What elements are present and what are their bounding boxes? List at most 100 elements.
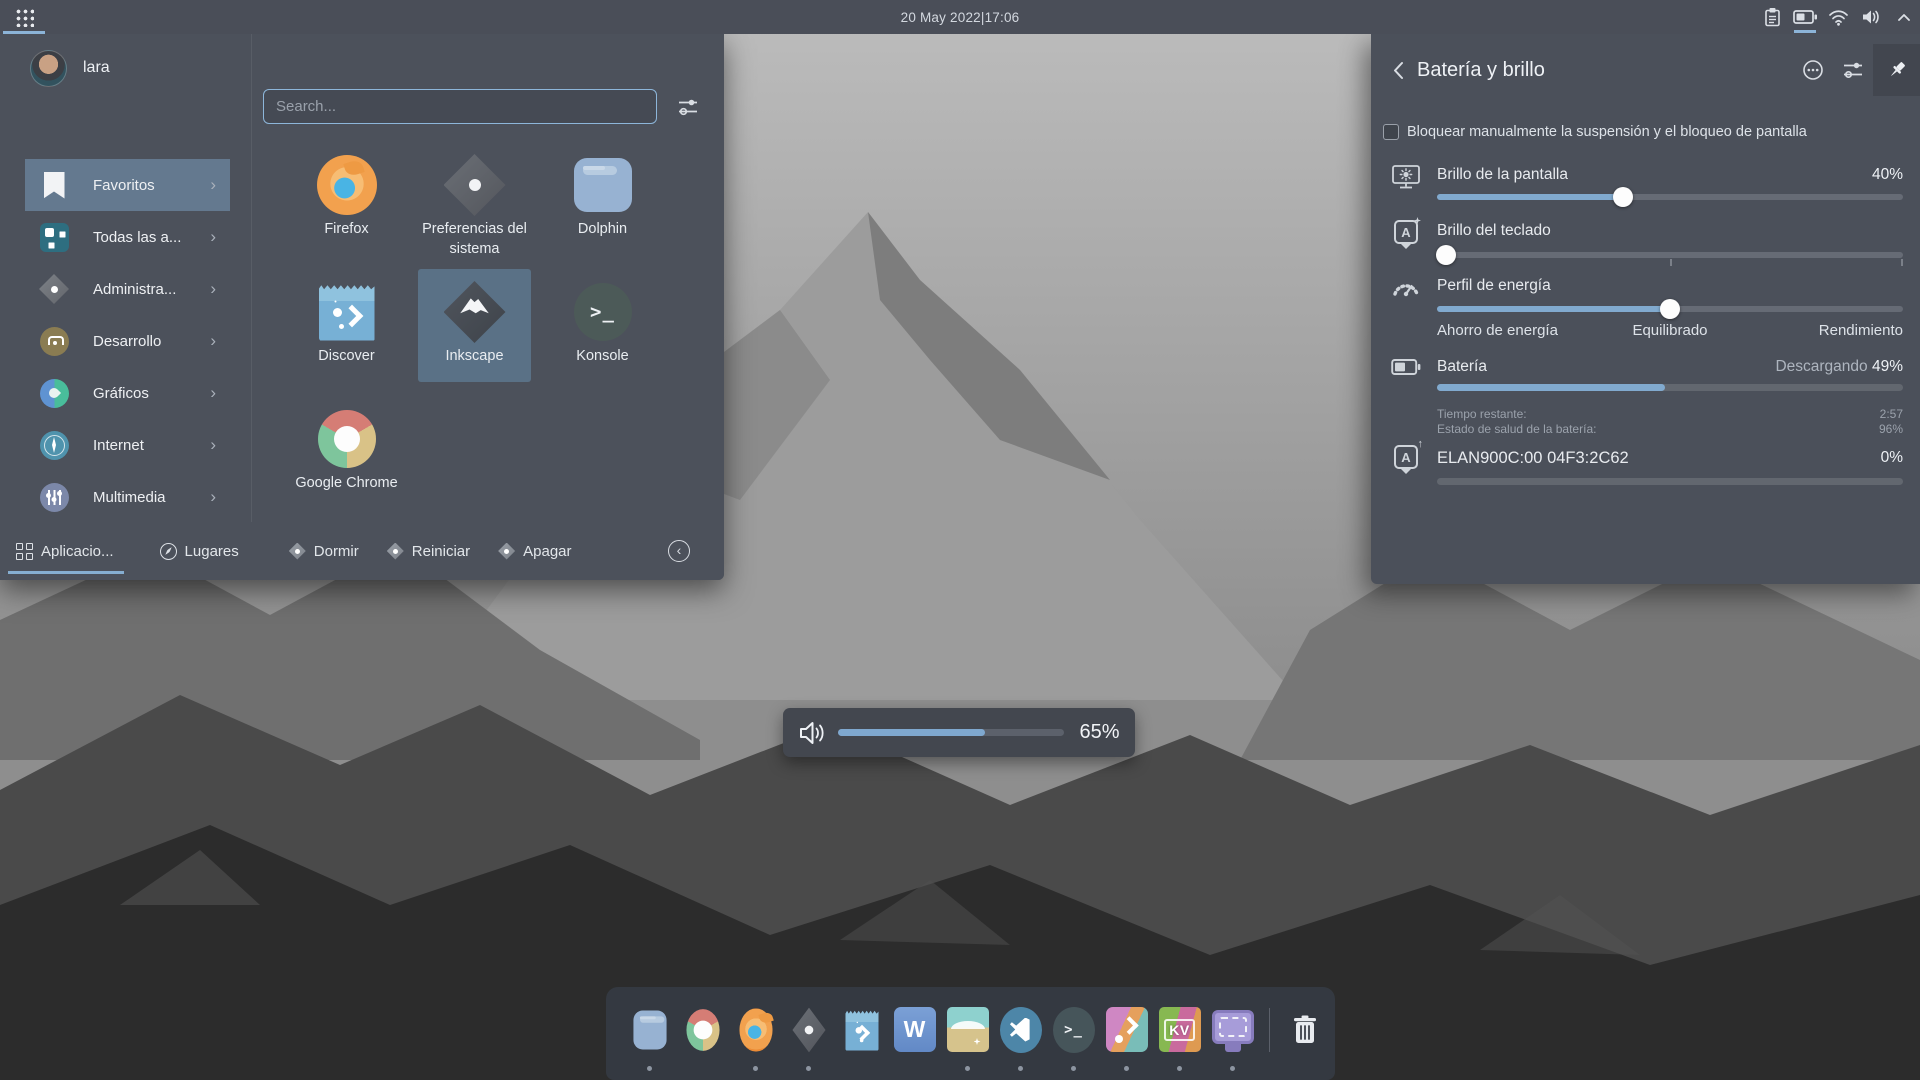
app-tile-preferencias-del-sistema[interactable]: Preferencias del sistema <box>418 142 531 255</box>
all-applications-icon <box>39 222 69 252</box>
clipboard-icon[interactable] <box>1760 0 1784 34</box>
internet-icon <box>39 430 69 460</box>
dolphin-icon <box>571 153 635 217</box>
clock[interactable]: 20 May 2022|17:06 <box>0 0 1920 34</box>
battery-detail-row: Tiempo restante: 2:57 <box>1437 407 1903 421</box>
image-viewer-icon <box>945 1007 991 1053</box>
option-equilibrado[interactable]: Equilibrado <box>1592 322 1747 339</box>
app-tile-firefox[interactable]: Firefox <box>290 142 403 255</box>
chevron-right-icon: › <box>210 175 216 195</box>
search-input[interactable] <box>263 89 657 124</box>
code-editor-icon <box>998 1007 1044 1053</box>
power-profile-slider[interactable] <box>1437 299 1903 319</box>
shutdown-button[interactable]: Apagar <box>498 522 571 580</box>
volume-osd-value: 65% <box>1064 721 1135 744</box>
sidebar-item-desarrollo[interactable]: Desarrollo› <box>25 315 230 367</box>
battery-brightness-panel: Batería y brillo Bloquear manualmente la… <box>1371 34 1920 584</box>
tab-aplicaciones[interactable]: Aplicacio... <box>16 522 114 580</box>
firefox-icon <box>315 153 379 217</box>
dock-item-konsole[interactable]: >_ <box>1047 995 1100 1065</box>
app-tile-konsole[interactable]: >_ Konsole <box>546 269 659 382</box>
dock-item-firefox[interactable] <box>729 995 782 1065</box>
lock-suspend-label: Bloquear manualmente la suspensión y el … <box>1407 124 1807 140</box>
tab-lugares[interactable]: Lugares <box>160 522 239 580</box>
sidebar-item-administracion[interactable]: Administra...› <box>25 263 230 315</box>
chevron-up-icon[interactable] <box>1892 0 1916 34</box>
wifi-icon[interactable] <box>1826 0 1850 34</box>
sidebar-item-multimedia[interactable]: Multimedia› <box>25 471 230 523</box>
administration-icon <box>39 274 69 304</box>
restart-icon <box>387 543 404 560</box>
back-button[interactable] <box>1385 57 1411 83</box>
dock-item-google-chrome[interactable] <box>676 995 729 1065</box>
app-tile-discover[interactable]: Discover <box>290 269 403 382</box>
dock-item-gwenview[interactable] <box>941 995 994 1065</box>
screen-brightness-label: Brillo de la pantalla <box>1437 166 1568 184</box>
volume-osd: 65% <box>783 708 1135 757</box>
power-profile-options: Ahorro de energía Equilibrado Rendimient… <box>1437 322 1903 339</box>
app-tile-dolphin[interactable]: Dolphin <box>546 142 659 255</box>
configure-icon[interactable] <box>1833 44 1873 96</box>
screen-brightness-slider[interactable] <box>1437 187 1903 207</box>
dock-item-photo-viewer[interactable] <box>1100 995 1153 1065</box>
sleep-icon <box>289 543 306 560</box>
screenshot-tool-icon <box>1210 1007 1256 1053</box>
battery-tray-icon[interactable] <box>1793 0 1817 34</box>
bookmark-icon <box>39 170 69 200</box>
avatar[interactable] <box>30 50 67 87</box>
battery-tray-active-indicator <box>1794 30 1816 33</box>
shutdown-icon <box>498 543 515 560</box>
dock-item-system-settings[interactable] <box>782 995 835 1065</box>
running-indicator <box>647 1066 652 1071</box>
launcher-footer: Aplicacio... Lugares Dormir Reiniciar Ap… <box>0 522 724 580</box>
sidebar-item-internet[interactable]: Internet› <box>25 419 230 471</box>
status-more-icon[interactable] <box>1793 44 1833 96</box>
peripheral-label: ELAN900C:00 04F3:2C62 <box>1437 449 1629 468</box>
sidebar-item-graficos[interactable]: Gráficos› <box>25 367 230 419</box>
detail-label: Tiempo restante: <box>1437 407 1527 421</box>
battery-status-value: Descargando 49% <box>1775 358 1903 376</box>
slider-handle[interactable] <box>1660 299 1680 319</box>
dock-item-spectacle[interactable] <box>1206 995 1259 1065</box>
trash-icon[interactable] <box>1282 1001 1328 1059</box>
places-icon <box>160 543 177 560</box>
leave-session-icon[interactable]: ‹ <box>668 540 690 562</box>
user-name: lara <box>83 59 110 77</box>
configure-launcher-icon[interactable] <box>676 96 700 118</box>
panel-title: Batería y brillo <box>1417 59 1545 82</box>
app-tile-google-chrome[interactable]: Google Chrome <box>290 396 403 509</box>
konsole-icon: >_ <box>571 280 635 344</box>
running-indicator <box>965 1066 970 1071</box>
dock-item-kdenlive[interactable]: KV <box>1153 995 1206 1065</box>
sidebar-item-todas-las-aplicaciones[interactable]: Todas las a...› <box>25 211 230 263</box>
sleep-button[interactable]: Dormir <box>289 522 359 580</box>
keyboard-brightness-label: Brillo del teclado <box>1437 222 1551 240</box>
volume-tray-icon[interactable] <box>1859 0 1883 34</box>
dock-item-discover[interactable] <box>835 995 888 1065</box>
user-row[interactable]: lara <box>0 34 251 102</box>
keyboard-brightness-slider[interactable] <box>1437 245 1903 265</box>
chevron-right-icon: › <box>210 279 216 299</box>
dock-item-writer[interactable]: W <box>888 995 941 1065</box>
battery-icon <box>1391 352 1421 382</box>
active-tab-indicator <box>8 571 124 574</box>
application-launcher: lara Favoritos› Todas las a...› Administ… <box>0 34 724 580</box>
volume-osd-bar <box>838 729 1064 736</box>
app-tile-inkscape[interactable]: Inkscape <box>418 269 531 382</box>
discover-icon <box>845 1013 878 1046</box>
option-rendimiento[interactable]: Rendimiento <box>1748 322 1903 339</box>
multimedia-icon <box>39 482 69 512</box>
category-sidebar: Favoritos› Todas las a...› Administra...… <box>0 134 251 554</box>
option-ahorro[interactable]: Ahorro de energía <box>1437 322 1592 339</box>
restart-button[interactable]: Reiniciar <box>387 522 470 580</box>
slider-handle[interactable] <box>1436 245 1456 265</box>
battery-progress-bar <box>1437 384 1903 391</box>
dock-item-code[interactable] <box>994 995 1047 1065</box>
slider-handle[interactable] <box>1613 187 1633 207</box>
sidebar-item-favoritos[interactable]: Favoritos› <box>25 159 230 211</box>
running-indicator <box>1018 1066 1023 1071</box>
pin-icon[interactable] <box>1873 44 1920 96</box>
lock-suspend-checkbox[interactable] <box>1383 124 1399 140</box>
dock-item-dolphin[interactable] <box>623 995 676 1065</box>
battery-percent: 49% <box>1872 358 1903 375</box>
